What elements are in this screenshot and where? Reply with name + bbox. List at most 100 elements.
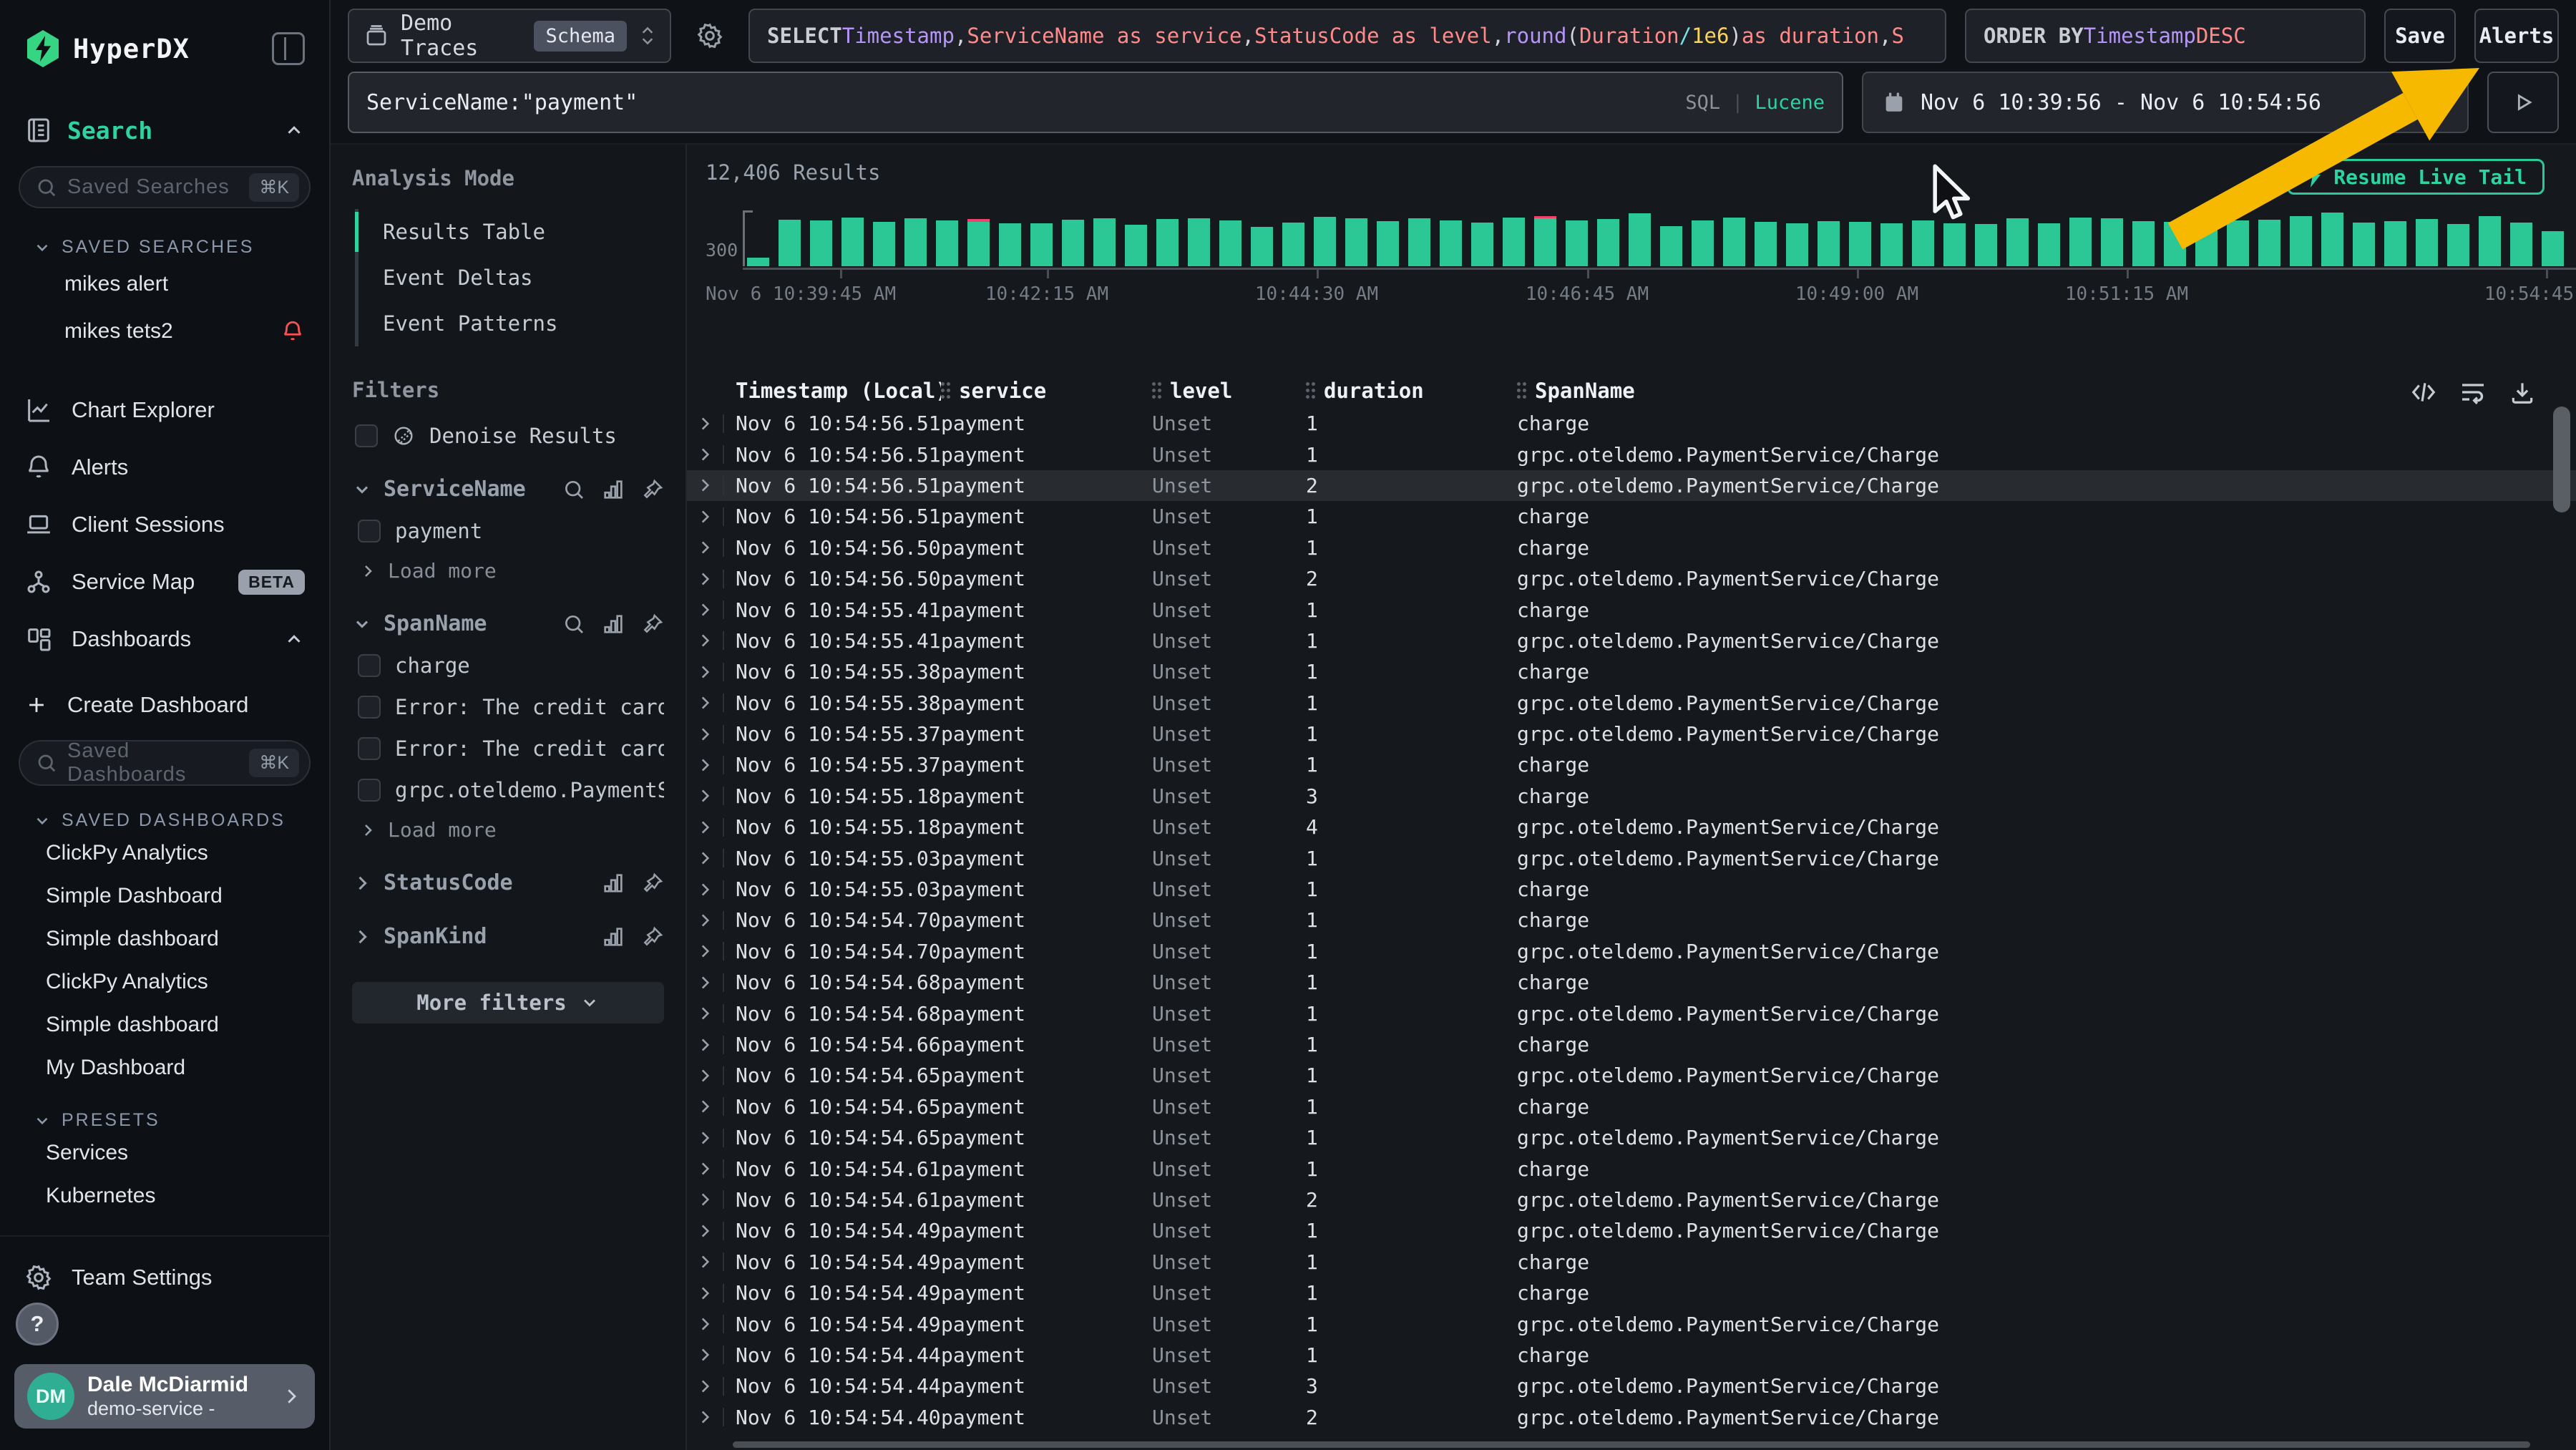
table-row[interactable]: Nov 6 10:54:56.506 AM payment Unset 2 gr… [687, 563, 2576, 594]
histogram-bar[interactable] [2416, 219, 2438, 266]
filter-option[interactable]: charge [358, 653, 664, 678]
histogram-bar[interactable] [1062, 220, 1084, 266]
histogram-bar[interactable] [1030, 223, 1053, 266]
filter-group-header[interactable]: StatusCode [352, 870, 664, 895]
histogram-bar[interactable] [2227, 220, 2249, 266]
column-header-service[interactable]: service [941, 379, 1152, 403]
expand-row-icon[interactable] [696, 818, 714, 837]
histogram-bar[interactable] [1786, 223, 1808, 266]
create-dashboard-button[interactable]: Create Dashboard [0, 681, 329, 729]
table-row[interactable]: Nov 6 10:54:54.708 AM payment Unset 1 ch… [687, 905, 2576, 935]
table-row[interactable]: Nov 6 10:54:54.448 AM payment Unset 1 ch… [687, 1340, 2576, 1371]
histogram-bar[interactable] [1219, 220, 1241, 266]
lang-sql[interactable]: SQL [1685, 92, 1720, 114]
expand-row-icon[interactable] [696, 538, 714, 557]
filter-group-header[interactable]: SpanKind [352, 924, 664, 949]
histogram-bar[interactable] [936, 220, 958, 266]
alerts-button[interactable]: Alerts [2474, 9, 2559, 63]
data-source-select[interactable]: Demo Traces Schema [348, 9, 671, 63]
saved-dashboards-section[interactable]: SAVED DASHBOARDS [33, 810, 329, 831]
table-row[interactable]: Nov 6 10:54:55.035 AM payment Unset 1 ch… [687, 874, 2576, 905]
table-row[interactable]: Nov 6 10:54:55.413 AM payment Unset 1 ch… [687, 594, 2576, 625]
table-row[interactable]: Nov 6 10:54:54.495 AM payment Unset 1 ch… [687, 1278, 2576, 1308]
table-row[interactable]: Nov 6 10:54:54.494 AM payment Unset 1 gr… [687, 1308, 2576, 1339]
expand-row-icon[interactable] [696, 911, 714, 930]
pin-icon[interactable] [641, 613, 664, 636]
checkbox[interactable] [355, 424, 378, 447]
wrap-text-icon[interactable] [2459, 378, 2487, 407]
histogram-bar[interactable] [2353, 223, 2375, 266]
presets-section[interactable]: PRESETS [33, 1110, 329, 1131]
chevron-up-icon[interactable] [283, 628, 305, 650]
table-row[interactable]: Nov 6 10:54:54.497 AM payment Unset 1 gr… [687, 1215, 2576, 1246]
table-row[interactable]: Nov 6 10:54:55.375 AM payment Unset 1 ch… [687, 749, 2576, 780]
drag-handle-icon[interactable] [1152, 382, 1161, 399]
preset-item[interactable]: Services [0, 1132, 329, 1174]
histogram-bar[interactable] [2321, 213, 2343, 266]
histogram-bar[interactable] [2164, 222, 2186, 266]
sidebar-item-alerts[interactable]: Alerts [0, 442, 329, 492]
histogram-bar[interactable] [1345, 218, 1367, 266]
expand-row-icon[interactable] [696, 880, 714, 899]
histogram-bar[interactable] [2132, 221, 2155, 266]
download-icon[interactable] [2509, 379, 2536, 406]
expand-row-icon[interactable] [696, 570, 714, 588]
load-more-button[interactable]: Load more [359, 559, 664, 583]
saved-dashboard-item[interactable]: My Dashboard [0, 1047, 329, 1089]
resume-live-tail-button[interactable]: Resume Live Tail [2287, 159, 2545, 195]
search-icon[interactable] [562, 478, 585, 501]
histogram-bar[interactable] [1818, 221, 1840, 266]
bar-chart-icon[interactable] [601, 477, 625, 502]
expand-row-icon[interactable] [696, 476, 714, 495]
expand-row-icon[interactable] [696, 445, 714, 464]
save-button[interactable]: Save [2384, 9, 2456, 63]
histogram-bar[interactable] [1912, 220, 1934, 266]
checkbox[interactable] [358, 737, 381, 760]
saved-dashboard-item[interactable]: ClickPy Analytics [0, 961, 329, 1003]
table-row[interactable]: Nov 6 10:54:54.660 AM payment Unset 1 ch… [687, 1029, 2576, 1060]
histogram-bar[interactable] [2447, 224, 2469, 266]
expand-row-icon[interactable] [696, 507, 714, 526]
analysis-mode-tab[interactable]: Results Table [358, 209, 664, 255]
table-row[interactable]: Nov 6 10:54:54.497 AM payment Unset 1 ch… [687, 1247, 2576, 1278]
histogram-bar[interactable] [1534, 216, 1556, 266]
histogram-bar[interactable] [1282, 223, 1304, 266]
saved-searches-input[interactable]: Saved Searches ⌘K [19, 166, 311, 208]
expand-row-icon[interactable] [696, 1346, 714, 1364]
histogram-bar[interactable] [1125, 225, 1147, 266]
histogram-bar[interactable] [1629, 213, 1651, 266]
code-view-icon[interactable] [2410, 379, 2437, 406]
sidebar-item-team-settings[interactable]: Team Settings [0, 1252, 329, 1303]
table-row[interactable]: Nov 6 10:54:54.446 AM payment Unset 3 gr… [687, 1371, 2576, 1401]
histogram-bar[interactable] [2542, 231, 2564, 266]
query-language-toggle[interactable]: SQL | Lucene [1685, 92, 1825, 114]
vertical-scrollbar[interactable] [2553, 407, 2570, 512]
expand-row-icon[interactable] [696, 849, 714, 867]
table-row[interactable]: Nov 6 10:54:54.654 AM payment Unset 1 gr… [687, 1122, 2576, 1153]
table-row[interactable]: Nov 6 10:54:55.386 AM payment Unset 1 ch… [687, 656, 2576, 687]
expand-row-icon[interactable] [696, 631, 714, 650]
histogram-bar[interactable] [2038, 223, 2060, 266]
histogram-bar[interactable] [747, 258, 769, 266]
table-row[interactable]: Nov 6 10:54:54.687 AM payment Unset 1 gr… [687, 998, 2576, 1028]
histogram-bar[interactable] [999, 223, 1021, 266]
pin-icon[interactable] [641, 478, 664, 501]
expand-row-icon[interactable] [696, 1036, 714, 1054]
histogram-bar[interactable] [1503, 218, 1525, 266]
histogram-bar[interactable] [2258, 220, 2280, 266]
pin-icon[interactable] [641, 925, 664, 948]
filter-option[interactable]: payment [358, 519, 664, 543]
histogram-bar[interactable] [1849, 222, 1871, 266]
histogram-bar[interactable] [1755, 222, 1777, 266]
expand-row-icon[interactable] [696, 1190, 714, 1209]
saved-searches-section[interactable]: SAVED SEARCHES [33, 237, 329, 258]
table-row[interactable]: Nov 6 10:54:56.513 AM payment Unset 1 ch… [687, 408, 2576, 439]
expand-row-icon[interactable] [696, 694, 714, 712]
histogram-bar[interactable] [1471, 223, 1493, 266]
denoise-results-toggle[interactable]: Denoise Results [355, 424, 664, 448]
sidebar-item-service-map[interactable]: Service Map BETA [0, 557, 329, 607]
sidebar-item-client-sessions[interactable]: Client Sessions [0, 500, 329, 550]
expand-row-icon[interactable] [696, 973, 714, 992]
checkbox[interactable] [358, 520, 381, 542]
saved-dashboard-item[interactable]: Simple dashboard [0, 918, 329, 960]
